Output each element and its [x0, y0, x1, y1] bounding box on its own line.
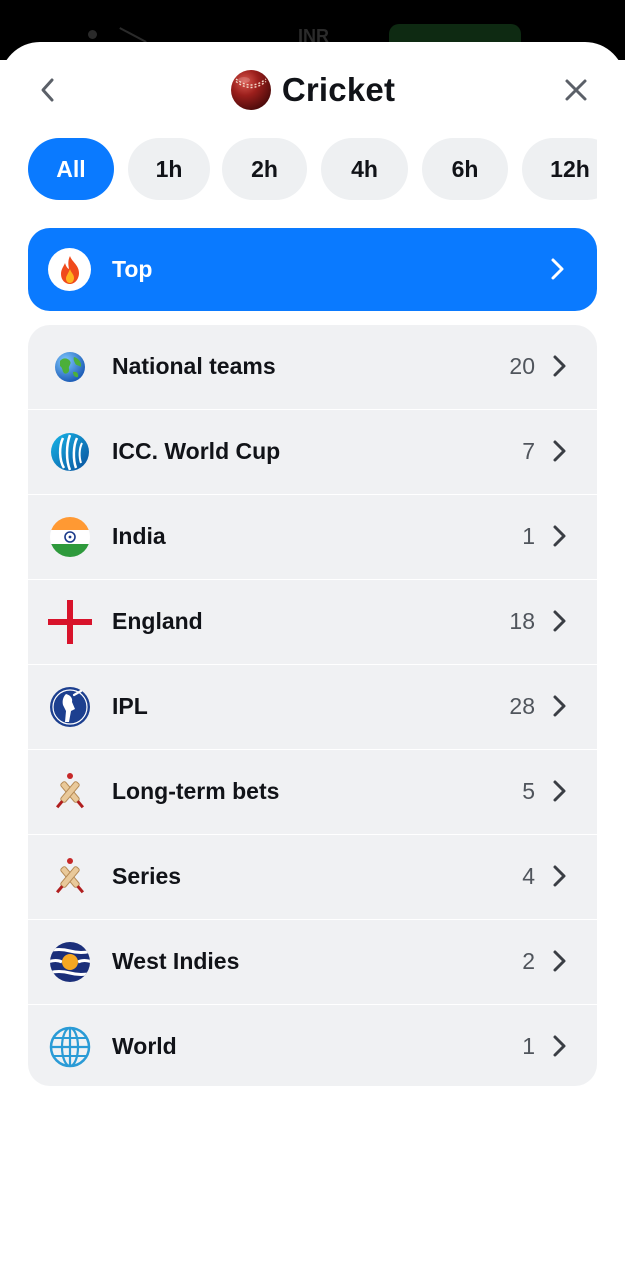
top-category-row[interactable]: Top	[28, 228, 597, 311]
globe-icon	[55, 352, 85, 382]
category-list: National teams 20 ICC. World Cup 7 India…	[28, 325, 597, 1086]
item-count: 4	[522, 863, 535, 889]
ipl-logo-icon	[50, 687, 90, 727]
list-item-england[interactable]: England 18	[28, 580, 597, 665]
chevron-right-icon	[553, 610, 566, 632]
item-label: Series	[112, 863, 182, 889]
cricket-sheet: Cricket All 1h 2h 4h 6h 12h Top National…	[0, 42, 625, 1280]
cricket-ball-icon	[230, 70, 271, 110]
filter-chip-1h[interactable]: 1h	[128, 138, 210, 200]
item-count: 1	[522, 1033, 535, 1059]
world-globe-icon	[49, 1026, 91, 1068]
close-icon	[565, 79, 587, 101]
item-label: National teams	[112, 353, 276, 379]
list-item-world[interactable]: World 1	[28, 1005, 597, 1086]
item-count: 28	[509, 693, 535, 719]
filter-chip-all[interactable]: All	[28, 138, 114, 200]
chevron-right-icon	[553, 695, 566, 717]
item-label: ICC. World Cup	[112, 438, 281, 464]
item-count: 18	[509, 608, 535, 634]
item-label: India	[112, 523, 166, 549]
time-filter-bar: All 1h 2h 4h 6h 12h	[28, 138, 597, 200]
item-count: 5	[522, 778, 535, 804]
title-group: Cricket	[0, 67, 625, 113]
item-label: World	[112, 1033, 177, 1059]
list-item-national-teams[interactable]: National teams 20	[28, 325, 597, 410]
list-item-icc-world-cup[interactable]: ICC. World Cup 7	[28, 410, 597, 495]
item-count: 7	[522, 438, 535, 464]
icc-world-cup-icon	[51, 433, 89, 471]
list-item-series[interactable]: Series 4	[28, 835, 597, 920]
chevron-right-icon	[553, 1035, 566, 1057]
chevron-right-icon	[553, 780, 566, 802]
filter-chip-4h[interactable]: 4h	[321, 138, 408, 200]
chevron-right-icon	[553, 525, 566, 547]
item-count: 1	[522, 523, 535, 549]
fire-icon	[60, 255, 79, 284]
list-item-west-indies[interactable]: West Indies 2	[28, 920, 597, 1005]
item-label: West Indies	[112, 948, 240, 974]
status-dot	[88, 30, 97, 39]
status-mark	[119, 27, 147, 43]
close-button[interactable]	[558, 72, 594, 108]
crossed-bats-icon	[55, 773, 85, 809]
chevron-right-icon	[553, 355, 566, 377]
chevron-right-icon	[551, 258, 564, 280]
chevron-right-icon	[553, 950, 566, 972]
india-flag-icon	[50, 517, 90, 557]
west-indies-flag-icon	[50, 942, 90, 982]
filter-chip-6h[interactable]: 6h	[422, 138, 508, 200]
list-item-ipl[interactable]: IPL 28	[28, 665, 597, 750]
filter-chip-2h[interactable]: 2h	[222, 138, 307, 200]
list-item-india[interactable]: India 1	[28, 495, 597, 580]
filter-chip-12h[interactable]: 12h	[522, 138, 597, 200]
chevron-right-icon	[553, 865, 566, 887]
item-label: England	[112, 608, 203, 634]
top-label: Top	[112, 256, 153, 282]
sheet-header: Cricket	[0, 42, 625, 138]
list-item-long-term-bets[interactable]: Long-term bets 5	[28, 750, 597, 835]
fire-icon-badge	[48, 248, 91, 291]
item-count: 20	[509, 353, 535, 379]
item-count: 2	[522, 948, 535, 974]
page-title: Cricket	[281, 71, 396, 108]
crossed-bats-icon	[55, 858, 85, 894]
item-label: Long-term bets	[112, 778, 280, 804]
chevron-right-icon	[553, 440, 566, 462]
england-flag-icon	[48, 600, 92, 644]
item-label: IPL	[112, 693, 148, 719]
